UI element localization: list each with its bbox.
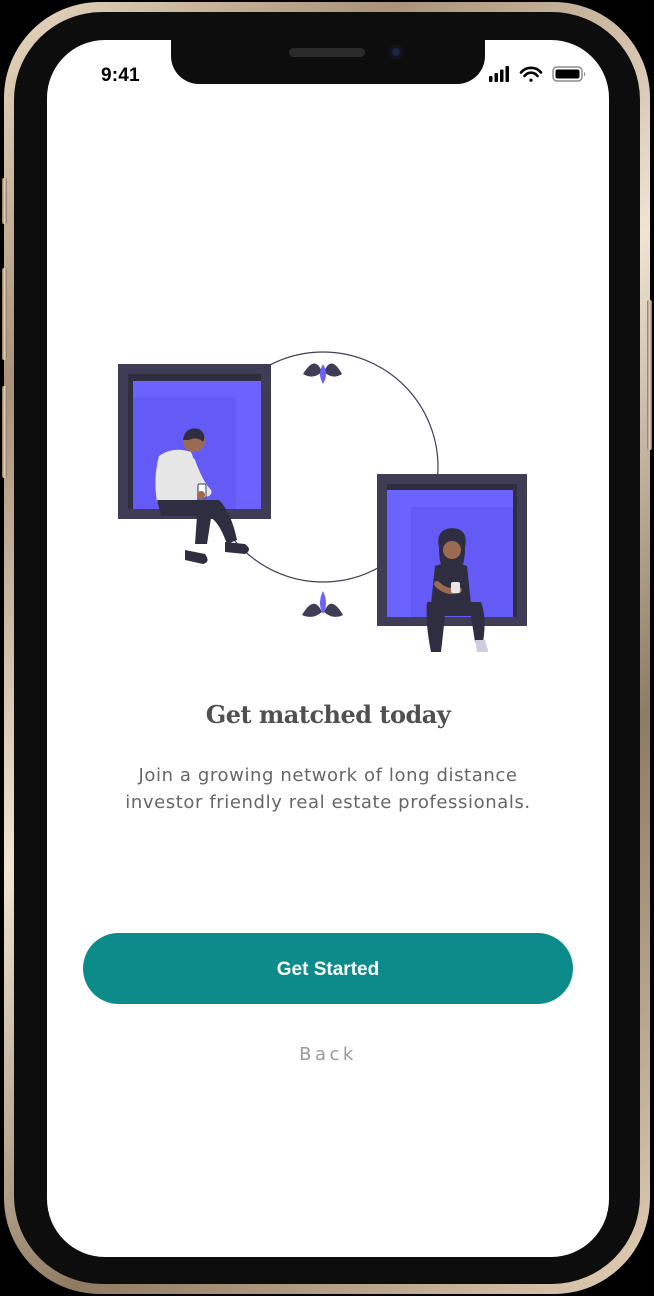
status-icons — [489, 66, 586, 82]
wifi-icon — [519, 66, 543, 82]
two-people-in-window-frames-illustration — [118, 351, 527, 652]
onboarding-description: Join a growing network of long distance … — [125, 765, 531, 813]
onboarding-title: Get matched today — [205, 700, 451, 729]
back-button[interactable]: Back — [47, 1044, 609, 1065]
cellular-signal-icon — [489, 66, 509, 82]
leaf-ornament-top — [303, 363, 342, 384]
notch — [171, 40, 485, 84]
get-started-button[interactable]: Get Started — [83, 933, 573, 1004]
volume-up-button — [2, 268, 7, 360]
battery-icon — [552, 66, 586, 82]
speaker-grille — [289, 48, 365, 57]
app-screen: 9:41 Get matched today Join a growing ne… — [47, 40, 609, 1257]
power-button — [647, 300, 652, 450]
volume-down-button — [2, 386, 7, 478]
status-time: 9:41 — [101, 65, 140, 86]
mute-switch — [2, 178, 7, 224]
leaf-ornament-bottom — [302, 591, 343, 617]
front-camera — [389, 45, 403, 59]
